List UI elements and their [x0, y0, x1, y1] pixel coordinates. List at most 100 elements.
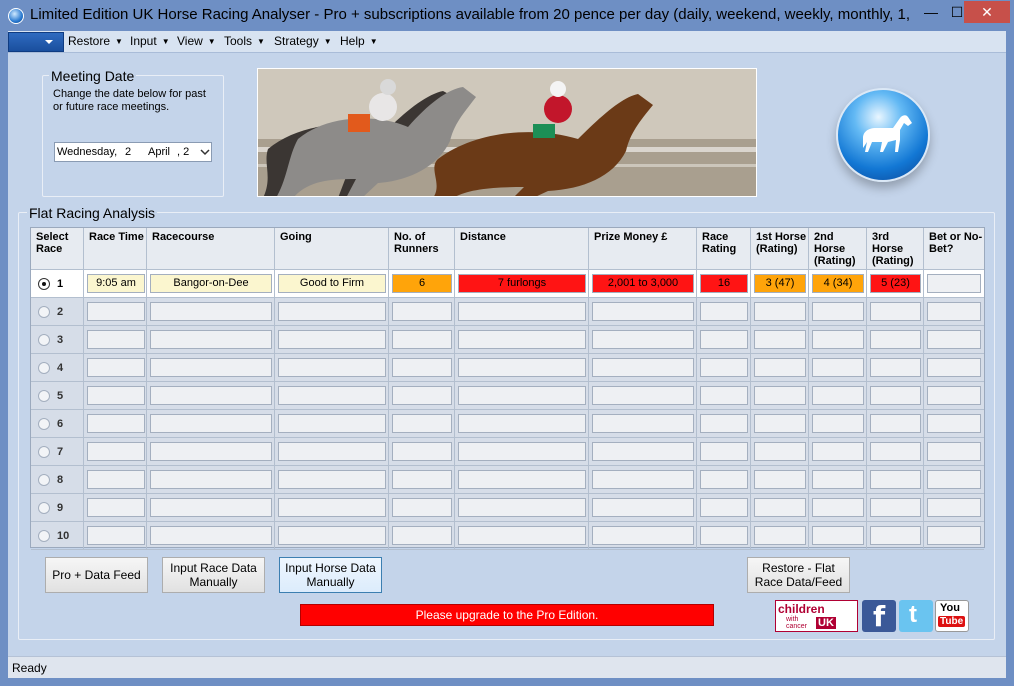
going-field[interactable]	[278, 498, 386, 517]
going-field[interactable]	[278, 302, 386, 321]
header-racecourse[interactable]: Racecourse	[147, 228, 275, 270]
third-horse-field[interactable]	[870, 386, 921, 405]
table-row[interactable]: 1 9:05 am Bangor-on-Dee Good to Firm 6 7 furl…	[31, 270, 984, 298]
facebook-icon[interactable]: f	[862, 600, 896, 633]
restore-flat-race-data-button[interactable]: Restore - Flat Race Data/Feed	[747, 557, 850, 593]
runners-field[interactable]	[392, 526, 452, 545]
table-row[interactable]: 5	[31, 382, 984, 410]
second-horse-field[interactable]	[812, 498, 864, 517]
first-horse-field[interactable]	[754, 386, 806, 405]
bet-field[interactable]	[927, 414, 981, 433]
going-field[interactable]	[278, 386, 386, 405]
application-menu-button[interactable]	[8, 32, 64, 52]
second-horse-field[interactable]: 4 (34)	[812, 274, 864, 293]
race-time-field[interactable]	[87, 386, 145, 405]
race-time-field[interactable]	[87, 498, 145, 517]
first-horse-field[interactable]: 3 (47)	[754, 274, 806, 293]
race-time-field[interactable]	[87, 442, 145, 461]
race-rating-field[interactable]	[700, 330, 748, 349]
third-horse-field[interactable]	[870, 498, 921, 517]
race-select-radio[interactable]	[38, 474, 50, 486]
second-horse-field[interactable]	[812, 526, 864, 545]
second-horse-field[interactable]	[812, 386, 864, 405]
input-race-data-button[interactable]: Input Race Data Manually	[162, 557, 265, 593]
race-rating-field[interactable]	[700, 526, 748, 545]
distance-field[interactable]	[458, 386, 586, 405]
race-rating-field[interactable]	[700, 414, 748, 433]
table-row[interactable]: 7	[31, 438, 984, 466]
race-select-radio[interactable]	[38, 502, 50, 514]
racecourse-field[interactable]	[150, 498, 272, 517]
racecourse-field[interactable]	[150, 470, 272, 489]
race-select-radio[interactable]	[38, 362, 50, 374]
header-going[interactable]: Going	[275, 228, 389, 270]
going-field[interactable]	[278, 526, 386, 545]
date-weekday[interactable]: Wednesday,	[57, 146, 117, 158]
second-horse-field[interactable]	[812, 302, 864, 321]
table-row[interactable]: 2	[31, 298, 984, 326]
children-with-cancer-link[interactable]: children with cancer UK	[775, 600, 858, 632]
race-time-field[interactable]: 9:05 am	[87, 274, 145, 293]
race-select-radio[interactable]	[38, 334, 50, 346]
upgrade-banner[interactable]: Please upgrade to the Pro Edition.	[300, 604, 714, 626]
going-field[interactable]	[278, 330, 386, 349]
youtube-icon[interactable]: You Tube	[935, 600, 969, 632]
first-horse-field[interactable]	[754, 414, 806, 433]
bet-field[interactable]	[927, 274, 981, 293]
runners-field[interactable]	[392, 358, 452, 377]
second-horse-field[interactable]	[812, 414, 864, 433]
race-time-field[interactable]	[87, 302, 145, 321]
runners-field[interactable]	[392, 470, 452, 489]
table-row[interactable]: 3	[31, 326, 984, 354]
racecourse-field[interactable]: Bangor-on-Dee	[150, 274, 272, 293]
prize-money-field[interactable]	[592, 526, 694, 545]
second-horse-field[interactable]	[812, 358, 864, 377]
first-horse-field[interactable]	[754, 442, 806, 461]
third-horse-field[interactable]	[870, 526, 921, 545]
runners-field[interactable]	[392, 330, 452, 349]
second-horse-field[interactable]	[812, 330, 864, 349]
distance-field[interactable]	[458, 498, 586, 517]
race-select-radio[interactable]	[38, 278, 50, 290]
prize-money-field[interactable]	[592, 386, 694, 405]
race-rating-field[interactable]	[700, 442, 748, 461]
runners-field[interactable]	[392, 386, 452, 405]
first-horse-field[interactable]	[754, 358, 806, 377]
runners-field[interactable]	[392, 414, 452, 433]
runners-field[interactable]	[392, 498, 452, 517]
race-time-field[interactable]	[87, 470, 145, 489]
third-horse-field[interactable]: 5 (23)	[870, 274, 921, 293]
table-row[interactable]: 9	[31, 494, 984, 522]
race-select-radio[interactable]	[38, 530, 50, 542]
race-rating-field[interactable]	[700, 302, 748, 321]
header-select-race[interactable]: Select Race	[31, 228, 84, 270]
chevron-down-icon[interactable]	[199, 145, 211, 159]
header-distance[interactable]: Distance	[455, 228, 589, 270]
bet-field[interactable]	[927, 470, 981, 489]
distance-field[interactable]	[458, 302, 586, 321]
race-select-radio[interactable]	[38, 418, 50, 430]
menu-restore[interactable]: Restore ▼	[68, 34, 123, 48]
racecourse-field[interactable]	[150, 330, 272, 349]
prize-money-field[interactable]: 2,001 to 3,000	[592, 274, 694, 293]
race-select-radio[interactable]	[38, 390, 50, 402]
race-select-radio[interactable]	[38, 446, 50, 458]
distance-field[interactable]	[458, 526, 586, 545]
race-time-field[interactable]	[87, 330, 145, 349]
runners-field[interactable]: 6	[392, 274, 452, 293]
prize-money-field[interactable]	[592, 442, 694, 461]
header-first-horse[interactable]: 1st Horse (Rating)	[751, 228, 809, 270]
header-third-horse[interactable]: 3rd Horse (Rating)	[867, 228, 924, 270]
bet-field[interactable]	[927, 358, 981, 377]
header-prize-money[interactable]: Prize Money £	[589, 228, 697, 270]
race-select-radio[interactable]	[38, 306, 50, 318]
app-icon[interactable]	[8, 8, 24, 24]
date-day[interactable]: 2	[125, 146, 131, 158]
header-race-time[interactable]: Race Time	[84, 228, 147, 270]
date-year[interactable]: , 2	[177, 146, 189, 158]
racecourse-field[interactable]	[150, 414, 272, 433]
bet-field[interactable]	[927, 442, 981, 461]
first-horse-field[interactable]	[754, 498, 806, 517]
table-row[interactable]: 6	[31, 410, 984, 438]
going-field[interactable]	[278, 358, 386, 377]
